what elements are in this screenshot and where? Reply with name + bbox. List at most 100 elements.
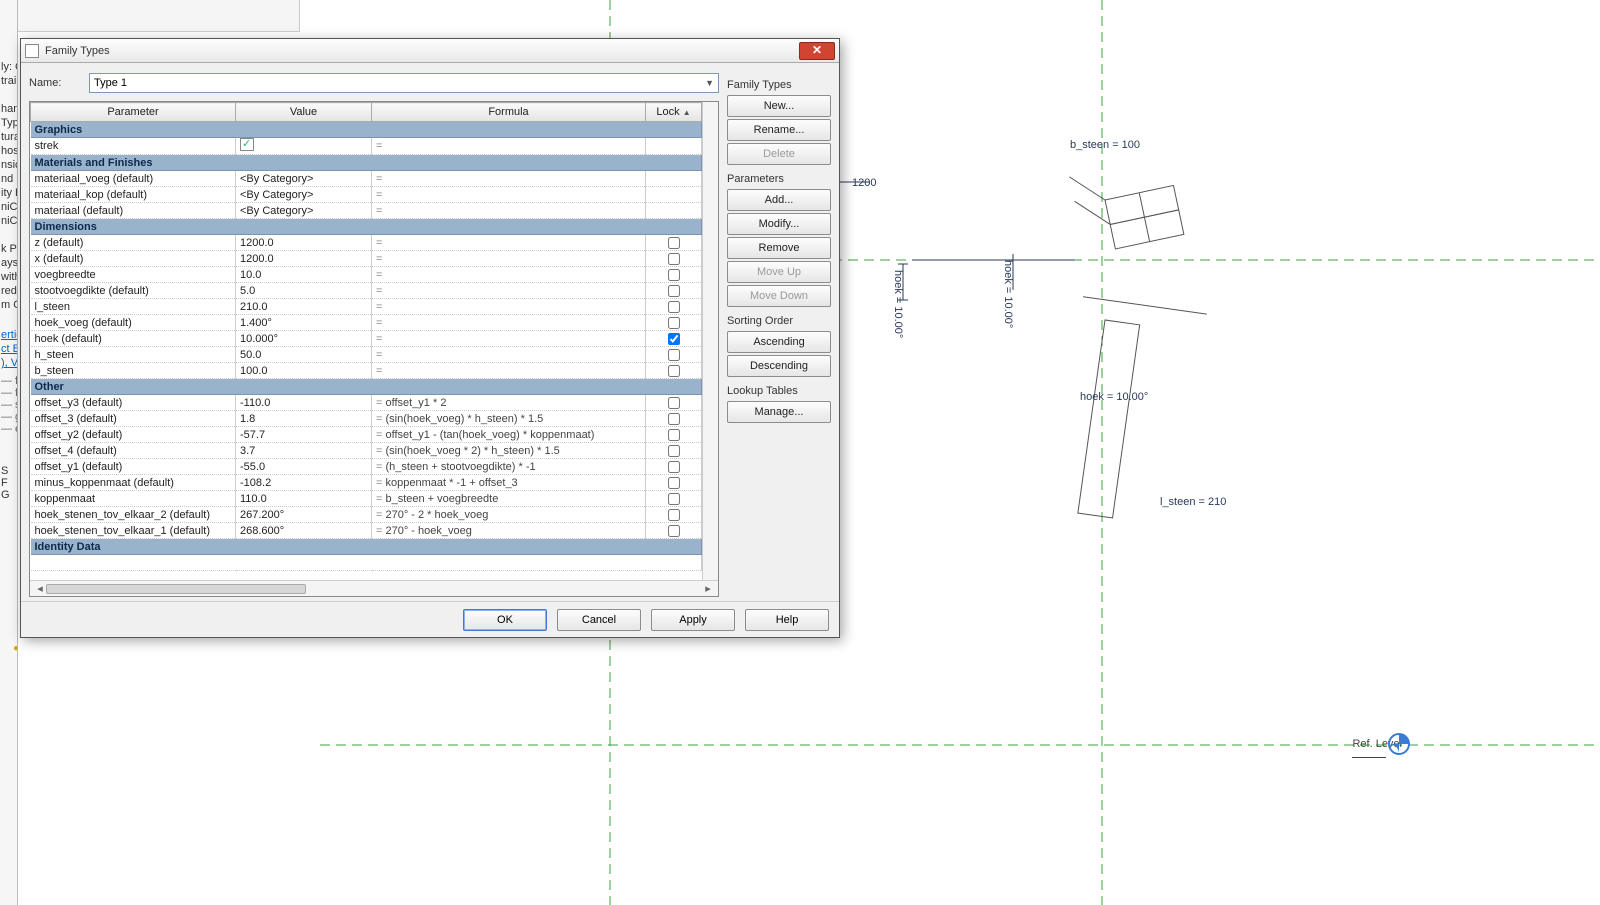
add-param-button[interactable]: Add... xyxy=(727,189,831,211)
lock-checkbox[interactable] xyxy=(668,429,680,441)
table-row[interactable]: hoek_voeg (default)1.400° xyxy=(31,315,702,331)
param-lock[interactable] xyxy=(646,187,702,203)
param-name[interactable]: materiaal_voeg (default) xyxy=(31,171,236,187)
param-value[interactable]: 50.0 xyxy=(236,347,372,363)
param-lock[interactable] xyxy=(646,299,702,315)
param-name[interactable]: x (default) xyxy=(31,251,236,267)
move-up-button[interactable]: Move Up xyxy=(727,261,831,283)
param-lock[interactable] xyxy=(646,507,702,523)
vertical-scrollbar[interactable] xyxy=(702,102,718,580)
table-row[interactable]: hoek_stenen_tov_elkaar_1 (default)268.60… xyxy=(31,523,702,539)
lock-checkbox[interactable] xyxy=(668,365,680,377)
col-value[interactable]: Value xyxy=(236,103,372,122)
dialog-titlebar[interactable]: Family Types ✕ xyxy=(21,39,839,63)
param-value[interactable]: -108.2 xyxy=(236,475,372,491)
table-row[interactable]: offset_y2 (default)-57.7offset_y1 - (tan… xyxy=(31,427,702,443)
param-lock[interactable] xyxy=(646,283,702,299)
table-row[interactable]: h_steen50.0 xyxy=(31,347,702,363)
param-value[interactable]: <By Category> xyxy=(236,187,372,203)
table-row[interactable]: offset_y3 (default)-110.0offset_y1 * 2 xyxy=(31,395,702,411)
lock-checkbox[interactable] xyxy=(668,237,680,249)
new-type-button[interactable]: New... xyxy=(727,95,831,117)
param-name[interactable]: minus_koppenmaat (default) xyxy=(31,475,236,491)
param-value[interactable]: -110.0 xyxy=(236,395,372,411)
col-parameter[interactable]: Parameter xyxy=(31,103,236,122)
param-formula[interactable] xyxy=(372,299,646,315)
checkbox-icon[interactable] xyxy=(240,138,254,151)
param-formula[interactable]: 270° - 2 * hoek_voeg xyxy=(372,507,646,523)
lock-checkbox[interactable] xyxy=(668,269,680,281)
param-value[interactable]: 3.7 xyxy=(236,443,372,459)
param-lock[interactable] xyxy=(646,411,702,427)
param-lock[interactable] xyxy=(646,443,702,459)
param-name[interactable]: materiaal_kop (default) xyxy=(31,187,236,203)
param-formula[interactable] xyxy=(372,251,646,267)
apply-button[interactable]: Apply xyxy=(651,609,735,631)
table-row[interactable]: offset_4 (default)3.7(sin(hoek_voeg * 2)… xyxy=(31,443,702,459)
lock-checkbox[interactable] xyxy=(668,333,680,345)
lock-checkbox[interactable] xyxy=(668,253,680,265)
param-formula[interactable]: (sin(hoek_voeg) * h_steen) * 1.5 xyxy=(372,411,646,427)
type-name-dropdown[interactable]: Type 1 ▼ xyxy=(89,73,719,93)
section-materials-and-finishes[interactable]: Materials and Finishes xyxy=(31,155,702,171)
lock-checkbox[interactable] xyxy=(668,525,680,537)
table-row[interactable]: l_steen210.0 xyxy=(31,299,702,315)
param-value[interactable]: -55.0 xyxy=(236,459,372,475)
table-row[interactable]: materiaal (default)<By Category> xyxy=(31,203,702,219)
param-lock[interactable] xyxy=(646,491,702,507)
param-name[interactable]: hoek (default) xyxy=(31,331,236,347)
lock-checkbox[interactable] xyxy=(668,445,680,457)
param-lock[interactable] xyxy=(646,315,702,331)
param-formula[interactable]: koppenmaat * -1 + offset_3 xyxy=(372,475,646,491)
table-row[interactable]: x (default)1200.0 xyxy=(31,251,702,267)
section-dimensions[interactable]: Dimensions xyxy=(31,219,702,235)
param-name[interactable]: voegbreedte xyxy=(31,267,236,283)
param-formula[interactable] xyxy=(372,171,646,187)
param-name[interactable]: offset_4 (default) xyxy=(31,443,236,459)
delete-type-button[interactable]: Delete xyxy=(727,143,831,165)
table-row[interactable]: strek xyxy=(31,138,702,155)
param-formula[interactable] xyxy=(372,315,646,331)
param-name[interactable]: offset_y2 (default) xyxy=(31,427,236,443)
param-value[interactable]: 1200.0 xyxy=(236,251,372,267)
param-name[interactable]: b_steen xyxy=(31,363,236,379)
revit-links-item[interactable]: ●Revit Links xyxy=(12,641,18,655)
param-formula[interactable] xyxy=(372,203,646,219)
param-lock[interactable] xyxy=(646,363,702,379)
param-name[interactable]: hoek_stenen_tov_elkaar_2 (default) xyxy=(31,507,236,523)
lock-checkbox[interactable] xyxy=(668,301,680,313)
lock-checkbox[interactable] xyxy=(668,493,680,505)
table-row[interactable]: b_steen100.0 xyxy=(31,363,702,379)
table-row[interactable]: hoek (default)10.000° xyxy=(31,331,702,347)
section-identity-data[interactable]: Identity Data xyxy=(31,539,702,555)
lock-checkbox[interactable] xyxy=(668,477,680,489)
param-value[interactable]: 10.0 xyxy=(236,267,372,283)
param-lock[interactable] xyxy=(646,171,702,187)
param-lock[interactable] xyxy=(646,267,702,283)
param-name[interactable]: hoek_voeg (default) xyxy=(31,315,236,331)
param-lock[interactable] xyxy=(646,331,702,347)
param-formula[interactable]: offset_y1 * 2 xyxy=(372,395,646,411)
ok-button[interactable]: OK xyxy=(463,609,547,631)
param-value[interactable]: 5.0 xyxy=(236,283,372,299)
param-value[interactable]: -57.7 xyxy=(236,427,372,443)
param-value[interactable]: 10.000° xyxy=(236,331,372,347)
section-other[interactable]: Other xyxy=(31,379,702,395)
table-row[interactable]: minus_koppenmaat (default)-108.2koppenma… xyxy=(31,475,702,491)
horizontal-scrollbar[interactable]: ◂ ▸ xyxy=(30,580,718,596)
table-row[interactable]: hoek_stenen_tov_elkaar_2 (default)267.20… xyxy=(31,507,702,523)
sort-ascending-button[interactable]: Ascending xyxy=(727,331,831,353)
lock-checkbox[interactable] xyxy=(668,397,680,409)
param-value[interactable]: 100.0 xyxy=(236,363,372,379)
param-formula[interactable]: (h_steen + stootvoegdikte) * -1 xyxy=(372,459,646,475)
param-value[interactable]: 1.400° xyxy=(236,315,372,331)
param-formula[interactable] xyxy=(372,331,646,347)
parameter-table[interactable]: Parameter Value Formula Lock ▲ Graphicss… xyxy=(29,101,719,597)
param-name[interactable]: materiaal (default) xyxy=(31,203,236,219)
param-value[interactable]: 110.0 xyxy=(236,491,372,507)
param-value[interactable]: 210.0 xyxy=(236,299,372,315)
param-lock[interactable] xyxy=(646,427,702,443)
rename-type-button[interactable]: Rename... xyxy=(727,119,831,141)
param-lock[interactable] xyxy=(646,251,702,267)
param-formula[interactable]: b_steen + voegbreedte xyxy=(372,491,646,507)
